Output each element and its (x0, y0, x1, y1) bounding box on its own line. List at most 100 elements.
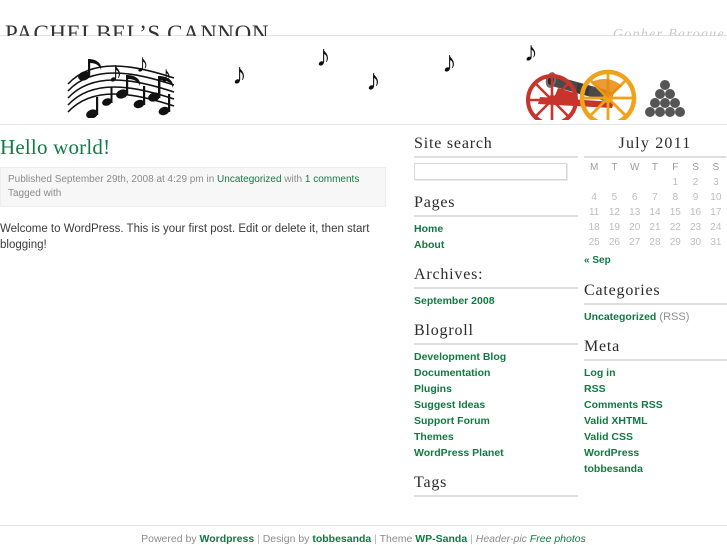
meta-link-valid-xhtml[interactable]: Valid XHTML (584, 415, 648, 427)
post-category-link[interactable]: Uncategorized (217, 174, 281, 185)
archive-link-september-2008[interactable]: September 2008 (414, 295, 495, 307)
footer-link-theme[interactable]: WP-Sanda (415, 533, 467, 545)
widget-tags: Tags (414, 474, 578, 497)
footer-separator: | (254, 533, 263, 545)
cannon-icon (526, 69, 685, 120)
calendar-day: 21 (649, 222, 661, 233)
post-comments-link[interactable]: 1 comments (305, 174, 359, 185)
list-item[interactable]: Development Blog (414, 350, 578, 364)
categories-list: Uncategorized (RSS) (584, 310, 727, 324)
list-item[interactable]: Home (414, 222, 578, 236)
meta-link-valid-css[interactable]: Valid CSS (584, 431, 633, 443)
calendar-weekday: M (589, 162, 599, 173)
widget-title-categories: Categories (584, 282, 727, 305)
list-item[interactable]: WordPress Planet (414, 446, 578, 460)
blogroll-link-wordpress-planet[interactable]: WordPress Planet (414, 447, 504, 459)
footer-link-free-photos[interactable]: Free photos (530, 533, 586, 545)
calendar-prev-month-link[interactable]: « Sep (584, 255, 611, 266)
calendar-day: 11 (588, 207, 600, 218)
page-link-about[interactable]: About (414, 239, 444, 251)
list-item[interactable]: September 2008 (414, 294, 578, 308)
widget-categories: Categories Uncategorized (RSS) (584, 282, 727, 324)
list-item[interactable]: Uncategorized (RSS) (584, 310, 727, 324)
calendar-day: 28 (649, 237, 661, 248)
music-staff-icon (67, 59, 175, 118)
list-item[interactable]: tobbesanda (584, 462, 727, 476)
calendar-day: 2 (692, 177, 699, 188)
calendar-weekday: S (712, 162, 720, 173)
list-item[interactable]: WordPress (584, 446, 727, 460)
music-note-icon: ♪ (316, 40, 331, 73)
blogroll-link-plugins[interactable]: Plugins (414, 383, 452, 395)
post-tagged-text: Tagged with (8, 188, 62, 199)
footer-link-wordpress[interactable]: Wordpress (200, 533, 255, 545)
blogroll-link-suggest-ideas[interactable]: Suggest Ideas (414, 399, 485, 411)
calendar-weekday: T (611, 162, 618, 173)
footer-link-designer[interactable]: tobbesanda (312, 533, 371, 545)
list-item[interactable]: Support Forum (414, 414, 578, 428)
music-note-icon: ♪ (108, 56, 123, 89)
widget-meta: Meta Log in RSS Comments RSS Valid XHTML… (584, 338, 727, 476)
meta-link-wordpress[interactable]: WordPress (584, 447, 639, 459)
calendar-day: 31 (710, 237, 722, 248)
calendar-day: 14 (649, 207, 661, 218)
list-item[interactable]: Valid CSS (584, 430, 727, 444)
site-footer: Powered by Wordpress | Design by tobbesa… (0, 525, 727, 545)
music-note-icon: ♪ (442, 46, 457, 79)
footer-separator: | (467, 533, 476, 545)
list-item[interactable]: Log in (584, 366, 727, 380)
calendar-week-row: 4 5 6 7 8 9 10 (584, 190, 726, 205)
list-item[interactable]: RSS (584, 382, 727, 396)
list-item[interactable]: Suggest Ideas (414, 398, 578, 412)
list-item[interactable]: Comments RSS (584, 398, 727, 412)
calendar-nav-row: « Sep (584, 250, 726, 268)
calendar-week-row: 11 12 13 14 15 16 17 (584, 205, 726, 220)
header-image: ♪ ♪ ♪ ♪ ♪ ♪ ♪ ♪ (0, 36, 727, 125)
sidebar-primary: Site search Pages Home About Archives: S… (414, 125, 578, 511)
calendar-weekday: S (692, 162, 699, 173)
meta-link-rss[interactable]: RSS (584, 383, 606, 395)
site-header: PACHELBEL’S CANNON Gopher Baroque (0, 0, 727, 46)
calendar-weekday: T (651, 162, 659, 173)
meta-list: Log in RSS Comments RSS Valid XHTML Vali… (584, 366, 727, 476)
calendar-day (625, 175, 645, 190)
calendar-day: 20 (629, 222, 641, 233)
list-item[interactable]: Plugins (414, 382, 578, 396)
widget-pages: Pages Home About (414, 194, 578, 252)
footer-theme-text: Theme (379, 533, 416, 545)
widget-calendar: July 2011 M T W T F S S 1 2 3 4 5 6 7 8 … (584, 135, 727, 268)
post-with-text: with (281, 174, 305, 185)
blogroll-link-development-blog[interactable]: Development Blog (414, 351, 506, 363)
category-rss-label[interactable]: (RSS) (656, 311, 689, 323)
calendar-day: 7 (652, 192, 658, 203)
list-item[interactable]: About (414, 238, 578, 252)
meta-link-comments-rss[interactable]: Comments RSS (584, 399, 663, 411)
footer-powered-by-text: Powered by (141, 533, 200, 545)
widget-title-site-search: Site search (414, 135, 578, 158)
footer-separator: | (371, 533, 380, 545)
list-item[interactable]: Themes (414, 430, 578, 444)
blogroll-link-themes[interactable]: Themes (414, 431, 454, 443)
calendar-day: 9 (692, 192, 699, 203)
calendar-day: 8 (672, 192, 679, 203)
category-link-uncategorized[interactable]: Uncategorized (584, 311, 656, 323)
blogroll-link-support-forum[interactable]: Support Forum (414, 415, 490, 427)
post-title[interactable]: Hello world! (0, 135, 386, 160)
list-item[interactable]: Documentation (414, 366, 578, 380)
calendar-day: 24 (710, 222, 722, 233)
calendar-day: 10 (710, 192, 722, 203)
meta-link-tobbesanda[interactable]: tobbesanda (584, 463, 643, 475)
blogroll-link-documentation[interactable]: Documentation (414, 367, 490, 379)
calendar-weekday-row: M T W T F S S (584, 158, 726, 175)
calendar-day: 3 (713, 177, 719, 188)
music-note-icon: ♪ (160, 62, 172, 89)
calendar-day: 16 (689, 207, 702, 218)
list-item[interactable]: Valid XHTML (584, 414, 727, 428)
calendar-day (584, 175, 604, 190)
post-published-text: Published September 29th, 2008 at 4:29 p… (8, 174, 218, 185)
calendar-table: July 2011 M T W T F S S 1 2 3 4 5 6 7 8 … (584, 135, 726, 268)
search-input[interactable] (414, 163, 567, 180)
page-link-home[interactable]: Home (414, 223, 443, 235)
meta-link-log-in[interactable]: Log in (584, 367, 616, 379)
calendar-day: 13 (629, 207, 641, 218)
